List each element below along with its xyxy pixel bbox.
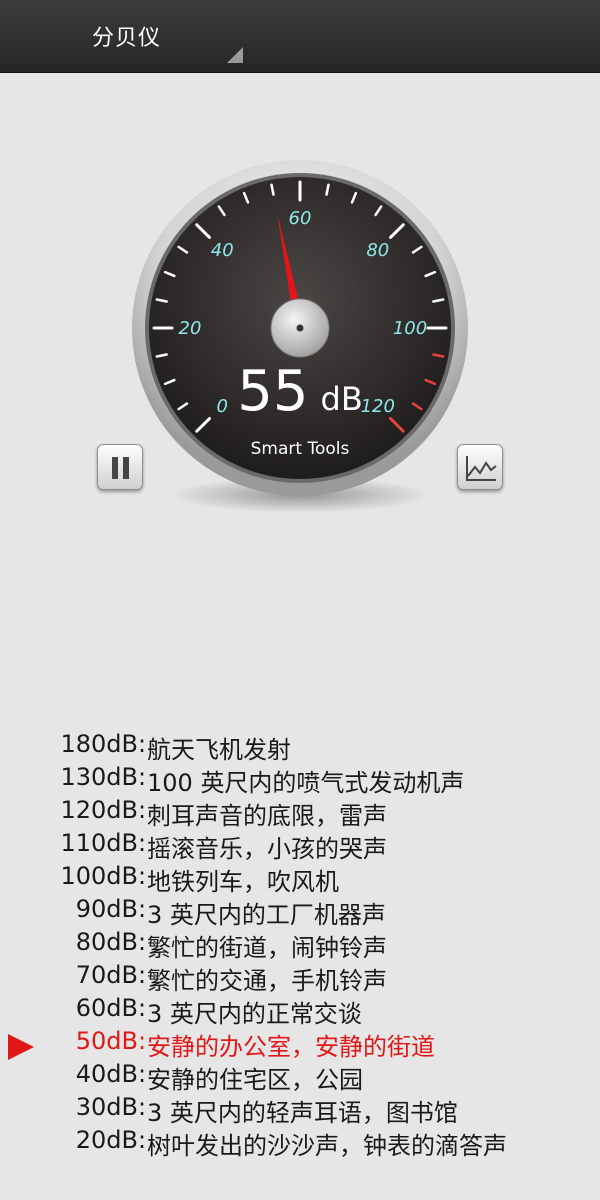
reference-list-item: 180dB: 航天飞机发射 <box>0 730 600 764</box>
gauge-scale-label: 40 <box>211 240 234 261</box>
reference-db-value: 180dB <box>60 730 138 758</box>
pause-icon <box>112 457 118 479</box>
reference-list-item: 110dB: 摇滚音乐，小孩的哭声 <box>0 829 600 863</box>
menu-dropdown-icon[interactable] <box>227 47 243 63</box>
reference-db-value: 100dB <box>60 862 138 890</box>
reference-db-value: 120dB <box>60 796 138 824</box>
reference-db-value: 90dB <box>75 895 138 923</box>
gauge-brand-label: Smart Tools <box>251 439 350 459</box>
reference-description: 3 英尺内的工厂机器声 <box>147 901 386 929</box>
reference-db-value: 50dB <box>75 1027 138 1055</box>
reference-description: 航天飞机发射 <box>147 736 291 764</box>
reference-db-value: 130dB <box>60 763 138 791</box>
reference-separator: : <box>138 730 147 758</box>
reference-description: 树叶发出的沙沙声，钟表的滴答声 <box>147 1132 507 1160</box>
reference-list-item: 100dB: 地铁列车，吹风机 <box>0 862 600 896</box>
reference-list-item: 120dB: 刺耳声音的底限，雷声 <box>0 796 600 830</box>
reference-list-item: 40dB: 安静的住宅区，公园 <box>0 1060 600 1094</box>
history-chart-button[interactable] <box>457 444 503 490</box>
reference-description: 100 英尺内的喷气式发动机声 <box>147 769 465 797</box>
pause-icon-bar <box>123 457 129 479</box>
pause-button[interactable] <box>97 444 143 490</box>
reference-description: 3 英尺内的正常交谈 <box>147 1000 362 1028</box>
app-title: 分贝仪 <box>92 26 162 51</box>
gauge-hub-center <box>296 324 304 332</box>
reference-list-item: 70dB: 繁忙的交通，手机铃声 <box>0 961 600 995</box>
reference-db-value: 40dB <box>75 1060 138 1088</box>
gauge-dial: 020406080100120 55 dB Smart Tools <box>132 160 468 513</box>
reference-list-item: 20dB: 树叶发出的沙沙声，钟表的滴答声 <box>0 1126 600 1160</box>
reference-description: 摇滚音乐，小孩的哭声 <box>147 835 387 863</box>
gauge-scale-label: 0 <box>216 396 227 417</box>
reference-list-item: 80dB: 繁忙的街道，闹钟铃声 <box>0 928 600 962</box>
reference-separator: : <box>138 928 147 956</box>
reference-description: 刺耳声音的底限，雷声 <box>147 802 387 830</box>
reference-description: 3 英尺内的轻声耳语，图书馆 <box>147 1099 458 1127</box>
reference-separator: : <box>138 1126 147 1154</box>
gauge-scale-label: 80 <box>366 240 389 261</box>
gauge-scale-label: 100 <box>393 318 427 339</box>
reference-list-item: 30dB:3 英尺内的轻声耳语，图书馆 <box>0 1093 600 1127</box>
reference-separator: : <box>138 1093 147 1121</box>
reference-description: 繁忙的街道，闹钟铃声 <box>147 934 387 962</box>
reference-separator: : <box>138 961 147 989</box>
reference-description: 安静的住宅区，公园 <box>147 1066 363 1094</box>
reference-description: 安静的办公室，安静的街道 <box>147 1033 435 1061</box>
reference-description: 地铁列车，吹风机 <box>147 868 339 896</box>
reference-db-value: 20dB <box>75 1126 138 1154</box>
reference-separator: : <box>138 994 147 1022</box>
reference-db-value: 110dB <box>60 829 138 857</box>
line-chart-icon <box>466 456 497 481</box>
gauge-scale-label: 20 <box>179 318 202 339</box>
reference-separator: : <box>138 862 147 890</box>
reference-separator: : <box>138 895 147 923</box>
reference-db-value: 80dB <box>75 928 138 956</box>
reference-db-value: 30dB <box>75 1093 138 1121</box>
gauge-scale-label: 60 <box>289 208 312 229</box>
reference-list-item: 130dB:100 英尺内的喷气式发动机声 <box>0 763 600 797</box>
reference-separator: : <box>138 1060 147 1088</box>
reference-separator: : <box>138 796 147 824</box>
reference-separator: : <box>138 1027 147 1055</box>
reference-list-item: 90dB:3 英尺内的工厂机器声 <box>0 895 600 929</box>
gauge-scale-label: 120 <box>361 396 395 417</box>
reference-list-item: 50dB: 安静的办公室，安静的街道 <box>0 1027 600 1061</box>
reference-separator: : <box>138 763 147 791</box>
reference-description: 繁忙的交通，手机铃声 <box>147 967 387 995</box>
current-level-marker-icon <box>8 1034 34 1060</box>
reference-db-value: 60dB <box>75 994 138 1022</box>
app-header: 分贝仪 <box>0 0 600 73</box>
reference-separator: : <box>138 829 147 857</box>
reference-list-item: 60dB:3 英尺内的正常交谈 <box>0 994 600 1028</box>
decibel-gauge: 0 20 40 60 80 100 120 55 dB Smart Tools <box>120 160 480 520</box>
reference-db-value: 70dB <box>75 961 138 989</box>
